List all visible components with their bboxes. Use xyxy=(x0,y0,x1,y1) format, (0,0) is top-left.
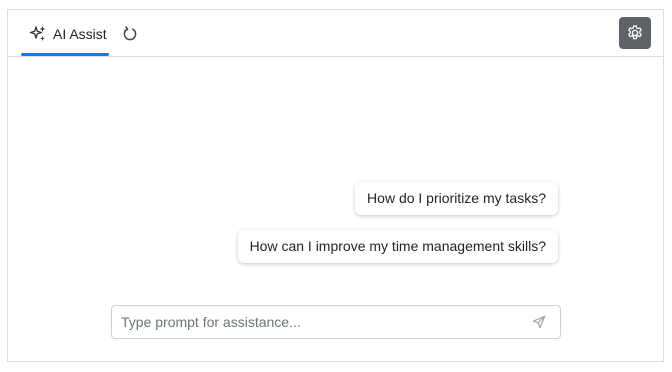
prompt-input[interactable] xyxy=(112,306,522,338)
suggestion-chip-prioritize-tasks[interactable]: How do I prioritize my tasks? xyxy=(355,182,558,215)
active-tab-indicator xyxy=(21,53,109,56)
refresh-button[interactable] xyxy=(120,24,140,44)
gear-icon xyxy=(626,24,644,42)
header-toolbar: AI Assist xyxy=(8,10,663,57)
send-icon xyxy=(532,315,546,329)
suggestion-chip-time-management[interactable]: How can I improve my time management ski… xyxy=(237,230,558,263)
refresh-icon xyxy=(122,26,138,42)
ai-assist-panel: AI Assist How do I prioritize my tasks? … xyxy=(7,9,664,362)
suggestion-list: How do I prioritize my tasks? How can I … xyxy=(237,182,558,263)
tab-ai-assist[interactable]: AI Assist xyxy=(20,10,116,57)
tab-ai-assist-label: AI Assist xyxy=(53,25,107,42)
settings-button[interactable] xyxy=(619,17,651,49)
sparkle-icon xyxy=(29,25,47,43)
send-button[interactable] xyxy=(522,306,556,338)
prompt-container xyxy=(111,305,561,339)
